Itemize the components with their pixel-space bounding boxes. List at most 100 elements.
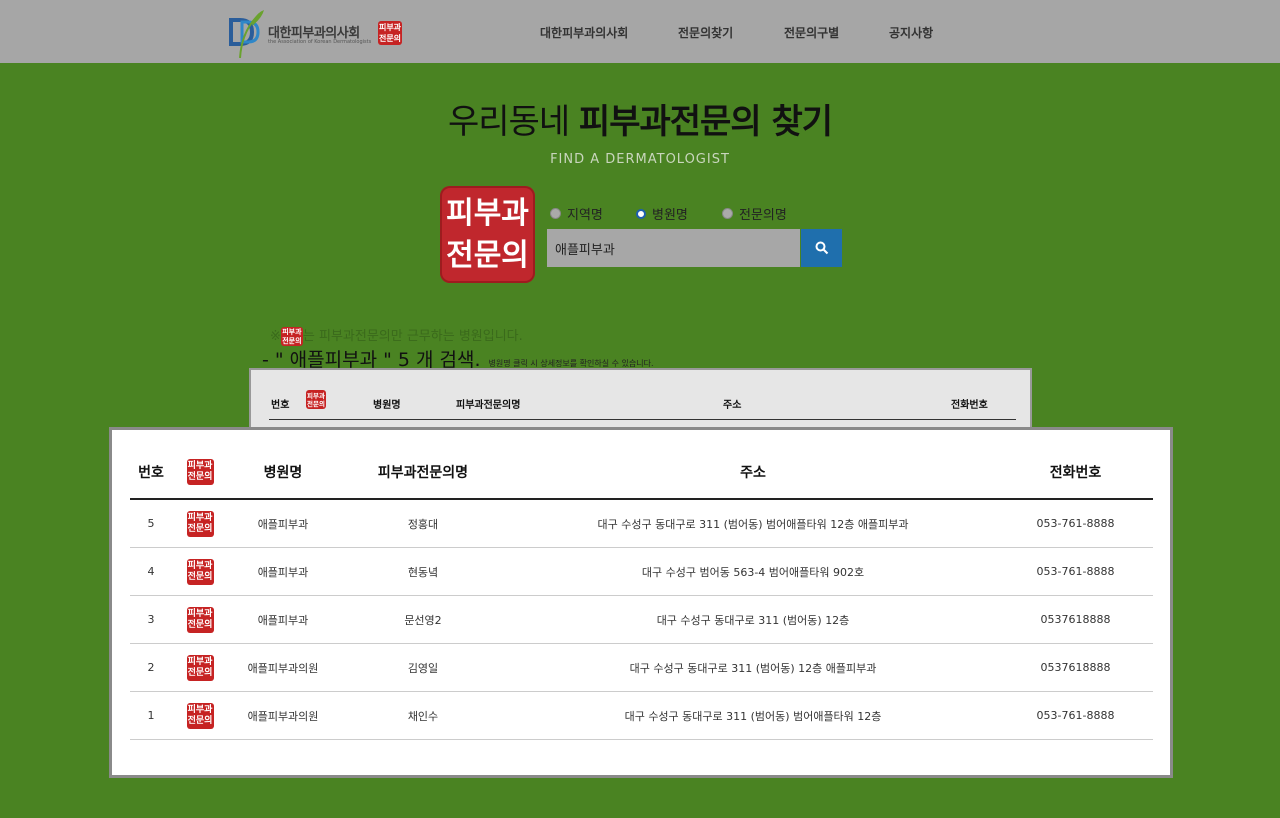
cell-phone: 0537618888: [998, 643, 1153, 692]
nav-association[interactable]: 대한피부과의사회: [540, 24, 628, 41]
cell-number: 4: [130, 547, 172, 596]
cell-phone: 053-761-8888: [998, 691, 1153, 740]
search-icon: [815, 241, 828, 255]
radio-dot[interactable]: [550, 208, 561, 219]
specialist-badge-large: 피부과 전문의: [440, 186, 535, 283]
radio-label: 병원명: [652, 208, 688, 223]
badge-line-2: 전문의: [378, 34, 402, 43]
badge-line-1: 피부과: [307, 391, 325, 400]
badge-line-1: 피부과: [187, 560, 213, 571]
radio-dot[interactable]: [636, 208, 646, 219]
col-address: 주소: [508, 446, 998, 500]
cell-phone: 053-761-8888: [998, 547, 1153, 596]
cell-hospital[interactable]: 애플피부과: [228, 595, 338, 644]
cell-address: 대구 수성구 범어동 563-4 범어애플타워 902호: [508, 547, 998, 596]
specialist-badge: 피부과 전문의: [186, 702, 214, 729]
badge-line-1: 피부과: [446, 195, 529, 231]
badge-line-2: 전문의: [446, 237, 529, 273]
table-row[interactable]: 3 피부과 전문의 애플피부과 문선영2 대구 수성구 동대구로 311 (범어동…: [130, 595, 1153, 644]
badge-line-2: 전문의: [187, 667, 213, 678]
results-table: 번호 피부과 전문의 병원명 피부과전문의명 주소 전화번호 5 피부과 전문의 애…: [130, 446, 1153, 740]
col-doctor: 피부과전문의명: [456, 400, 521, 411]
badge-line-1: 피부과: [187, 512, 213, 523]
radio-region[interactable]: 지역명: [550, 204, 603, 223]
nav-find-specialist[interactable]: 전문의찾기: [678, 24, 733, 41]
badge-line-2: 전문의: [187, 571, 213, 582]
page-subtitle: FIND A DERMATOLOGIST: [550, 152, 730, 167]
cell-hospital[interactable]: 애플피부과의원: [228, 643, 338, 692]
badge-line-2: 전문의: [187, 619, 213, 630]
radio-label: 전문의명: [739, 208, 787, 223]
col-hospital: 병원명: [228, 446, 338, 500]
cell-doctor: 문선영2: [338, 595, 508, 644]
cell-address: 대구 수성구 동대구로 311 (범어동) 12층 애플피부과: [508, 643, 998, 692]
search-input[interactable]: [547, 229, 800, 267]
cell-doctor: 김영일: [338, 643, 508, 692]
specialist-badge: 피부과 전문의: [186, 558, 214, 585]
specialist-badge: 피부과 전문의: [306, 390, 326, 409]
cell-badge: 피부과 전문의: [172, 547, 228, 596]
table-row[interactable]: 5 피부과 전문의 애플피부과 정홍대 대구 수성구 동대구로 311 (범어동)…: [130, 499, 1153, 548]
search-button[interactable]: [801, 229, 842, 267]
badge-line-1: 피부과: [187, 461, 213, 471]
result-hint: 병원명 클릭 시 상세정보를 확인하실 수 있습니다.: [488, 359, 654, 368]
cell-badge: 피부과 전문의: [172, 595, 228, 644]
cell-doctor: 정홍대: [338, 499, 508, 548]
badge-line-1: 피부과: [187, 608, 213, 619]
cell-number: 1: [130, 691, 172, 740]
badge-line-1: 피부과: [187, 704, 213, 715]
cell-number: 3: [130, 595, 172, 644]
cell-phone: 0537618888: [998, 595, 1153, 644]
specialist-badge: 피부과 전문의: [186, 459, 214, 485]
cell-number: 5: [130, 499, 172, 548]
cell-address: 대구 수성구 동대구로 311 (범어동) 12층: [508, 595, 998, 644]
badge-line-2: 전문의: [307, 399, 325, 408]
badge-line-2: 전문의: [187, 523, 213, 534]
table-row[interactable]: 2 피부과 전문의 애플피부과의원 김영일 대구 수성구 동대구로 311 (범어…: [130, 643, 1153, 692]
col-number: 번호: [130, 446, 172, 500]
col-number: 번호: [271, 400, 290, 411]
cell-phone: 053-761-8888: [998, 499, 1153, 548]
cell-hospital[interactable]: 애플피부과: [228, 547, 338, 596]
col-phone: 전화번호: [998, 446, 1153, 500]
nav-notices[interactable]: 공지사항: [889, 24, 933, 41]
radio-hospital[interactable]: 병원명: [636, 204, 688, 223]
badge-line-1: 피부과: [187, 656, 213, 667]
radio-dot[interactable]: [722, 208, 733, 219]
table-row[interactable]: 1 피부과 전문의 애플피부과의원 채인수 대구 수성구 동대구로 311 (범어…: [130, 691, 1153, 740]
cell-hospital[interactable]: 애플피부과: [228, 499, 338, 548]
col-phone: 전화번호: [951, 400, 988, 411]
badge-line-2: 전문의: [187, 472, 213, 482]
cell-badge: 피부과 전문의: [172, 643, 228, 692]
title-bold: 피부과전문의 찾기: [578, 102, 833, 142]
badge-line-2: 전문의: [187, 715, 213, 726]
specialist-badge: 피부과 전문의: [186, 606, 214, 633]
cell-hospital[interactable]: 애플피부과의원: [228, 691, 338, 740]
cell-badge: 피부과 전문의: [172, 499, 228, 548]
cell-address: 대구 수성구 동대구로 311 (범어동) 범어애플타워 12층: [508, 691, 998, 740]
table-row[interactable]: 4 피부과 전문의 애플피부과 현동녘 대구 수성구 범어동 563-4 범어애플…: [130, 547, 1153, 596]
cell-badge: 피부과 전문의: [172, 691, 228, 740]
cell-doctor: 현동녘: [338, 547, 508, 596]
col-doctor: 피부과전문의명: [338, 446, 508, 500]
cell-number: 2: [130, 643, 172, 692]
site-logo[interactable]: 대한피부과의사회 the Association of Korean Derma…: [228, 8, 408, 58]
specialist-badge: 피부과 전문의: [186, 510, 214, 537]
site-header: 대한피부과의사회 the Association of Korean Derma…: [0, 0, 1280, 63]
table-header-row: 번호 피부과 전문의 병원명 피부과전문의명 주소 전화번호: [130, 446, 1153, 500]
col-address: 주소: [723, 400, 742, 411]
nav-specialist-by-district[interactable]: 전문의구별: [784, 24, 839, 41]
header-divider: [269, 419, 1016, 420]
specialist-note: ※ 피부과 전문의 는 피부과전문의만 근무하는 병원입니다.: [270, 325, 523, 346]
cell-address: 대구 수성구 동대구로 311 (범어동) 범어애플타워 12층 애플피부과: [508, 499, 998, 548]
col-badge: 피부과 전문의: [306, 390, 326, 409]
title-light: 우리동네: [447, 102, 579, 142]
badge-line-1: 피부과: [282, 327, 302, 336]
specialist-badge: 피부과 전문의: [280, 327, 303, 346]
results-popup: 번호 피부과 전문의 병원명 피부과전문의명 주소 전화번호 5 피부과 전문의 애…: [109, 427, 1173, 778]
note-text: 는 피부과전문의만 근무하는 병원입니다.: [302, 329, 523, 344]
page-title: 우리동네 피부과전문의 찾기: [0, 94, 1280, 143]
logo-subtitle: the Association of Korean Dermatologists: [268, 39, 372, 45]
radio-doctor[interactable]: 전문의명: [722, 204, 787, 223]
col-hospital: 병원명: [373, 400, 401, 411]
